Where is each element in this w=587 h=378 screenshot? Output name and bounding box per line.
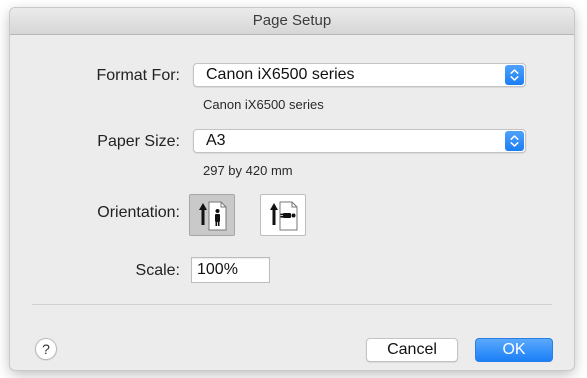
portrait-orientation-icon [199, 201, 227, 231]
landscape-orientation-icon [270, 201, 298, 231]
divider [32, 304, 552, 305]
scale-label: Scale: [135, 262, 180, 279]
paper-size-label: Paper Size: [97, 133, 180, 150]
help-button[interactable]: ? [35, 338, 57, 360]
orientation-label: Orientation: [97, 204, 180, 221]
page-setup-dialog: Page Setup Format For: Canon iX6500 seri… [10, 8, 574, 370]
landscape-orientation-button[interactable] [260, 194, 306, 236]
paper-size-value: A3 [206, 132, 226, 149]
paper-size-dimensions: 297 by 420 mm [203, 163, 293, 178]
portrait-orientation-button[interactable] [189, 194, 235, 236]
format-for-popup[interactable]: Canon iX6500 series [193, 63, 526, 87]
cancel-button[interactable]: Cancel [366, 338, 458, 362]
format-for-description: Canon iX6500 series [203, 97, 324, 112]
window-title: Page Setup [10, 8, 574, 35]
paper-size-popup[interactable]: A3 [193, 129, 526, 153]
format-for-value: Canon iX6500 series [206, 66, 355, 83]
scale-input[interactable]: 100% [191, 257, 270, 283]
chevron-up-down-icon [505, 65, 524, 85]
ok-button[interactable]: OK [475, 338, 553, 362]
chevron-up-down-icon [505, 131, 524, 151]
format-for-label: Format For: [96, 67, 180, 84]
